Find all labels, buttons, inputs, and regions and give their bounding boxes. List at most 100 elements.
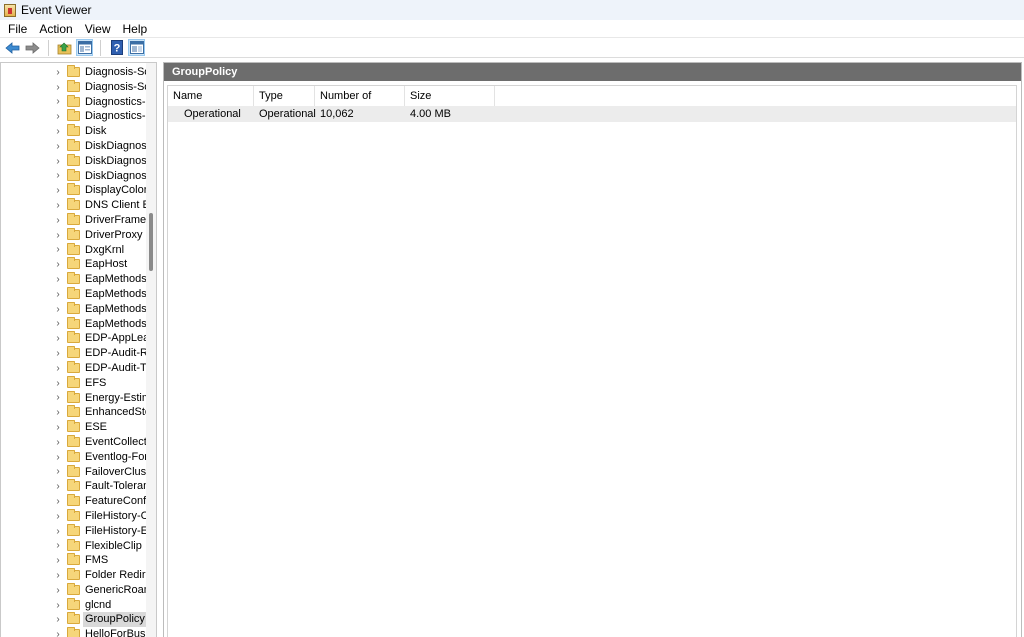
chevron-right-icon[interactable]: › (53, 65, 63, 80)
console-tree[interactable]: › Diagnosis-Scrip › Diagnosis-Scrip › Diagnos… (0, 62, 157, 637)
tree-item[interactable]: › EapMethods-T (1, 316, 148, 332)
tree-item[interactable]: › FlexibleClip (1, 538, 148, 554)
chevron-right-icon[interactable]: › (53, 243, 63, 258)
tree-item[interactable]: › HelloForBusine (1, 627, 148, 637)
tree-item[interactable]: › Diagnostics-Ne (1, 94, 148, 110)
help-button[interactable]: ? (108, 39, 125, 56)
tree-item[interactable]: › Diagnostics-Pe (1, 109, 148, 124)
chevron-right-icon[interactable]: › (53, 109, 63, 124)
chevron-right-icon[interactable]: › (53, 598, 63, 613)
tree-item[interactable]: › FileHistory-Cor (1, 508, 148, 524)
chevron-right-icon[interactable]: › (53, 183, 63, 198)
tree-item[interactable]: › FailoverCluster (1, 464, 148, 480)
chevron-right-icon[interactable]: › (53, 465, 63, 480)
tree-item[interactable]: › DNS Client Eve (1, 198, 148, 213)
tree-item[interactable]: › EDP-Audit-TCB (1, 360, 148, 376)
tree-item[interactable]: › EnhancedStora (1, 405, 148, 420)
chevron-right-icon[interactable]: › (53, 198, 63, 213)
chevron-right-icon[interactable]: › (53, 553, 63, 568)
chevron-right-icon[interactable]: › (53, 361, 63, 376)
tree-item-label: GenericRoamin (85, 583, 148, 596)
chevron-right-icon[interactable]: › (53, 169, 63, 184)
chevron-right-icon[interactable]: › (53, 376, 63, 391)
tree-item[interactable]: › DriverFramewo (1, 212, 148, 228)
chevron-right-icon[interactable]: › (53, 80, 63, 95)
folder-icon (67, 346, 80, 359)
chevron-right-icon[interactable]: › (53, 509, 63, 524)
tree-item[interactable]: › Diagnosis-Scrip (1, 65, 148, 80)
tree-item[interactable]: › Folder Redirect (1, 568, 148, 583)
chevron-right-icon[interactable]: › (53, 139, 63, 154)
chevron-right-icon[interactable]: › (53, 317, 63, 332)
menu-action[interactable]: Action (33, 20, 78, 38)
chevron-right-icon[interactable]: › (53, 539, 63, 554)
chevron-right-icon[interactable]: › (53, 524, 63, 539)
tree-scrollbar-thumb[interactable] (149, 213, 153, 271)
tree-item[interactable]: › DiskDiagnostic (1, 153, 148, 169)
chevron-right-icon[interactable]: › (53, 627, 63, 637)
tree-item[interactable]: › Fault-Tolerant- (1, 479, 148, 494)
tree-item[interactable]: › ESE (1, 420, 148, 435)
tree-item[interactable]: › DisplayColorCa (1, 183, 148, 198)
folder-icon (67, 227, 80, 240)
menu-help[interactable]: Help (117, 20, 154, 38)
column-header-type[interactable]: Type (254, 86, 315, 106)
tree-item[interactable]: › DiskDiagnostic (1, 138, 148, 154)
chevron-right-icon[interactable]: › (53, 346, 63, 361)
chevron-right-icon[interactable]: › (53, 154, 63, 169)
column-header-size[interactable]: Size (405, 86, 495, 106)
show-hide-tree-button[interactable] (76, 39, 93, 56)
tree-item[interactable]: › EDP-AppLearni (1, 331, 148, 346)
chevron-right-icon[interactable]: › (53, 450, 63, 465)
tree-item[interactable]: › Energy-Estima (1, 390, 148, 406)
tree-item[interactable]: › EventCollector (1, 434, 148, 450)
chevron-right-icon[interactable]: › (53, 479, 63, 494)
back-arrow-icon (5, 41, 20, 54)
tree-item[interactable]: › DriverProxy (1, 227, 148, 243)
tree-item[interactable]: › DxgKrnl (1, 242, 148, 258)
tree-item[interactable]: › Eventlog-Forw (1, 449, 148, 465)
tree-item[interactable]: › EapMethods-R (1, 286, 148, 302)
tree-scrollbar[interactable] (146, 63, 156, 637)
chevron-right-icon[interactable]: › (53, 583, 63, 598)
chevron-right-icon[interactable]: › (53, 95, 63, 110)
chevron-right-icon[interactable]: › (53, 272, 63, 287)
tree-item[interactable]: › EapMethods-R (1, 272, 148, 287)
tree-item[interactable]: › Diagnosis-Scrip (1, 79, 148, 95)
chevron-right-icon[interactable]: › (53, 420, 63, 435)
chevron-right-icon[interactable]: › (53, 228, 63, 243)
chevron-right-icon[interactable]: › (53, 391, 63, 406)
column-header-number-of-events[interactable]: Number of Events (315, 86, 405, 122)
show-hide-action-pane-button[interactable] (128, 39, 145, 56)
back-button[interactable] (4, 39, 21, 56)
tree-item[interactable]: › FMS (1, 553, 148, 568)
tree-item[interactable]: › GenericRoamin (1, 582, 148, 598)
chevron-right-icon[interactable]: › (53, 302, 63, 317)
menu-file[interactable]: File (2, 20, 33, 38)
chevron-right-icon[interactable]: › (53, 494, 63, 509)
tree-item[interactable]: › EDP-Audit-Reg (1, 346, 148, 361)
tree-item[interactable]: › EapHost (1, 257, 148, 272)
table-row[interactable]: Operational Operational 10,062 4.00 MB (168, 106, 1016, 122)
tree-item[interactable]: › DiskDiagnostic (1, 168, 148, 184)
tree-item[interactable]: › EapMethods-S (1, 301, 148, 317)
tree-item[interactable]: › FeatureConfigu (1, 494, 148, 509)
tree-item[interactable]: › glcnd (1, 597, 148, 613)
tree-item[interactable]: › GroupPolicy (1, 612, 148, 628)
chevron-right-icon[interactable]: › (53, 405, 63, 420)
tree-item[interactable]: › EFS (1, 375, 148, 391)
forward-button[interactable] (24, 39, 41, 56)
chevron-right-icon[interactable]: › (53, 612, 63, 627)
chevron-right-icon[interactable]: › (53, 568, 63, 583)
tree-item[interactable]: › Disk (1, 124, 148, 139)
tree-item[interactable]: › FileHistory-Eng (1, 523, 148, 539)
chevron-right-icon[interactable]: › (53, 331, 63, 346)
chevron-right-icon[interactable]: › (53, 435, 63, 450)
chevron-right-icon[interactable]: › (53, 287, 63, 302)
chevron-right-icon[interactable]: › (53, 213, 63, 228)
chevron-right-icon[interactable]: › (53, 124, 63, 139)
chevron-right-icon[interactable]: › (53, 257, 63, 272)
column-header-name[interactable]: Name (168, 86, 254, 106)
menu-view[interactable]: View (79, 20, 117, 38)
up-folder-button[interactable] (56, 39, 73, 56)
